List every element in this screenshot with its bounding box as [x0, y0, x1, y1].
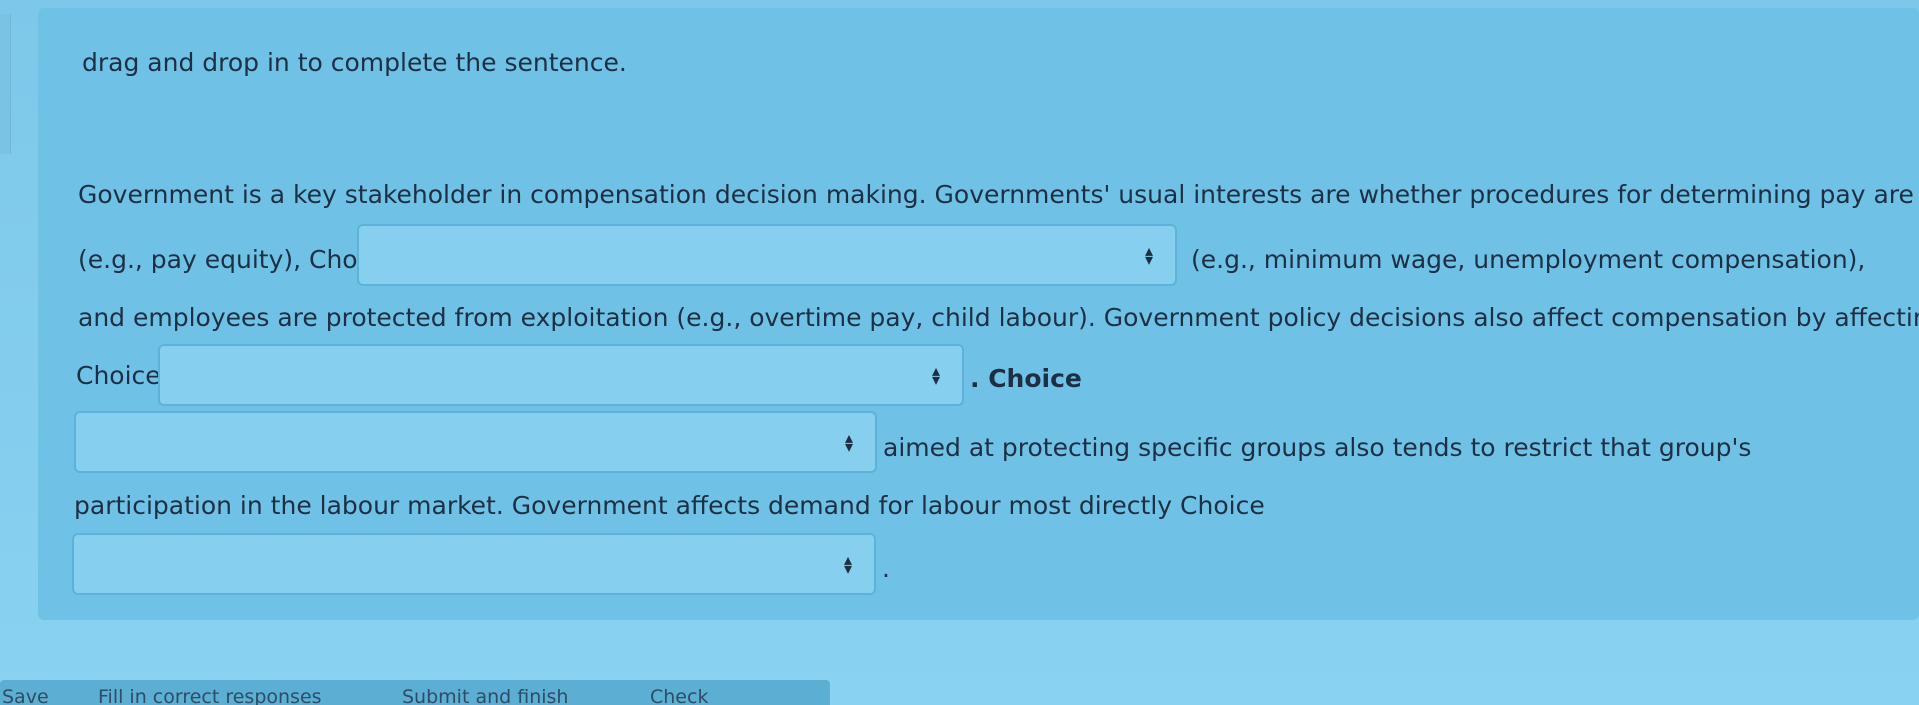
- submit-and-finish-button[interactable]: Submit and finish: [402, 686, 632, 705]
- chevron-updown-icon: ▴ ▾: [931, 361, 940, 389]
- choice-dropdown-3[interactable]: ▴ ▾: [74, 411, 877, 473]
- check-button[interactable]: Check: [650, 686, 800, 705]
- question-line-4-post: . Choice: [970, 364, 1082, 393]
- question-line-4-pre: Choice: [76, 361, 161, 390]
- page: drag and drop in to complete the sentenc…: [0, 0, 1919, 705]
- save-button[interactable]: Save: [2, 686, 49, 705]
- fill-in-correct-responses-button[interactable]: Fill in correct responses: [98, 686, 368, 705]
- instruction-text: drag and drop in to complete the sentenc…: [82, 48, 627, 77]
- choice-dropdown-1[interactable]: ▴ ▾: [357, 224, 1177, 286]
- left-strip: [0, 14, 11, 154]
- choice-dropdown-4[interactable]: ▴ ▾: [72, 533, 876, 595]
- question-line-2-pre: (e.g., pay equity), Choice: [78, 245, 394, 274]
- chevron-updown-icon: ▴ ▾: [843, 550, 852, 578]
- question-line-2-post: (e.g., minimum wage, unemployment compen…: [1191, 245, 1866, 274]
- question-line-7-post: .: [882, 554, 890, 583]
- question-line-3: and employees are protected from exploit…: [78, 303, 1919, 332]
- question-line-5-post: aimed at protecting specific groups also…: [883, 433, 1752, 462]
- question-line-1: Government is a key stakeholder in compe…: [78, 180, 1919, 209]
- chevron-updown-icon: ▴ ▾: [1144, 241, 1153, 269]
- question-line-6: participation in the labour market. Gove…: [74, 491, 1265, 520]
- choice-dropdown-2[interactable]: ▴ ▾: [158, 344, 964, 406]
- chevron-updown-icon: ▴ ▾: [844, 428, 853, 456]
